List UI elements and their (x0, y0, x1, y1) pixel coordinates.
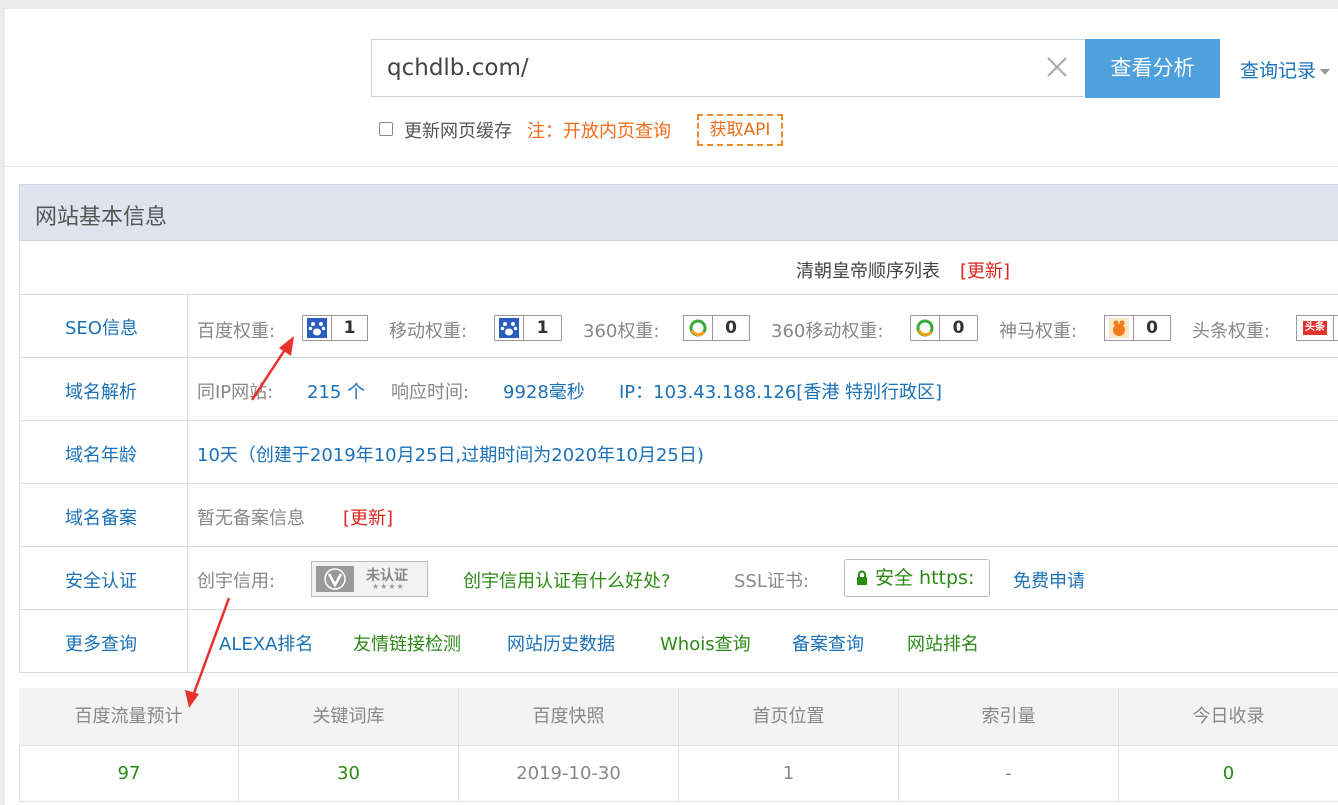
site-rank-link[interactable]: 网站排名 (907, 630, 979, 656)
update-cache-checkbox[interactable] (379, 122, 393, 136)
360-weight-badge[interactable]: 0 (683, 315, 750, 341)
stats-header-cell: 索引量 (899, 688, 1119, 745)
search-input-value: qchdlb.com/ (387, 55, 529, 81)
get-api-button[interactable]: 获取API (697, 114, 783, 146)
divider (5, 166, 1338, 167)
stats-header-cell: 百度流量预计 (19, 688, 239, 745)
stats-value-cell[interactable]: 0 (1119, 745, 1338, 802)
icp-query-link[interactable]: 备案查询 (792, 630, 864, 656)
basic-info-header (19, 184, 1338, 241)
domain-age-label: 域名年龄 (65, 445, 137, 466)
query-history-dropdown[interactable]: 查询记录 (1240, 56, 1331, 83)
chuangyu-badge[interactable]: 未认证 ★★★★ (311, 561, 428, 597)
shenma-icon (1105, 316, 1134, 340)
row-divider (19, 609, 1338, 610)
inner-page-notice[interactable]: 注：开放内页查询 (527, 117, 671, 143)
analyze-button[interactable]: 查看分析 (1085, 39, 1220, 98)
ssl-apply-link[interactable]: 免费申请 (1013, 567, 1085, 593)
360-icon (911, 316, 940, 340)
ssl-badge[interactable]: 安全 https: (844, 559, 990, 597)
baidu-paw-icon (303, 316, 332, 340)
toutiao-icon-text: 头条 (1303, 321, 1327, 335)
stats-value-cell: - (899, 745, 1119, 802)
ssl-badge-text: 安全 https: (875, 567, 975, 589)
stats-value-cell: 2019-10-30 (459, 745, 679, 802)
alexa-rank-link[interactable]: ALEXA排名 (219, 630, 313, 656)
column-divider (187, 294, 188, 673)
stats-header-cell: 今日收录 (1192, 706, 1265, 727)
stats-header-cell: 关键词库 (239, 688, 459, 745)
toutiao-icon: 头条 (1297, 316, 1334, 340)
basic-info-title: 网站基本信息 (35, 205, 168, 230)
360-icon (684, 316, 713, 340)
site-history-link[interactable]: 网站历史数据 (507, 630, 615, 656)
stats-header-cell: 首页位置 (679, 688, 899, 745)
seo-info-label: SEO信息 (65, 318, 138, 339)
baidu-weight-label: 百度权重: (197, 321, 276, 342)
verified-v-icon (316, 566, 354, 592)
stats-table: 百度流量预计 关键词库 百度快照 首页位置 索引量 今日收录 97 30 201… (19, 688, 1338, 802)
360-mobile-weight-label: 360移动权重: (771, 321, 884, 342)
toutiao-weight-label: 头条权重: (1192, 321, 1271, 342)
360-mobile-weight-value: 0 (952, 318, 965, 338)
baidu-paw-icon (495, 316, 524, 340)
stats-value-cell[interactable]: 97 (19, 745, 239, 802)
lock-icon (857, 570, 867, 585)
mobile-weight-badge[interactable]: 1 (494, 315, 562, 341)
chuangyu-benefit-link[interactable]: 创宇信用认证有什么好处? (463, 567, 671, 593)
mobile-weight-label: 移动权重: (389, 321, 468, 342)
friend-link-check-link[interactable]: 友情链接检测 (353, 630, 461, 656)
row-divider (19, 420, 1338, 421)
baidu-weight-badge[interactable]: 1 (302, 315, 368, 341)
stats-value-cell: 1 (679, 745, 899, 802)
mobile-weight-value: 1 (536, 318, 549, 338)
security-label: 安全认证 (65, 571, 137, 592)
shenma-weight-value: 0 (1146, 318, 1158, 338)
row-divider (19, 357, 1338, 358)
response-time-value: 9928毫秒 (503, 382, 585, 403)
360-weight-label: 360权重: (583, 321, 660, 342)
response-time-label: 响应时间: (391, 382, 470, 403)
toutiao-weight-badge[interactable]: 头条 (1296, 315, 1338, 341)
more-queries-label: 更多查询 (65, 634, 137, 655)
row-divider (19, 483, 1338, 484)
baidu-weight-value: 1 (343, 318, 356, 338)
stats-header-cell: 百度快照 (459, 688, 679, 745)
shenma-weight-label: 神马权重: (999, 321, 1078, 342)
shenma-weight-badge[interactable]: 0 (1104, 315, 1171, 341)
domain-age-value[interactable]: 10天（创建于2019年10月25日,过期时间为2020年10月25日) (197, 441, 704, 467)
chuangyu-label: 创宇信用: (197, 571, 276, 592)
whois-link[interactable]: Whois查询 (660, 630, 751, 656)
row-divider (19, 546, 1338, 547)
ssl-label: SSL证书: (734, 571, 809, 592)
ip-info[interactable]: IP：103.43.188.126[香港 特别行政区] (619, 378, 942, 404)
icp-update-link[interactable]: [更新] (343, 504, 393, 530)
icp-label: 域名备案 (65, 508, 137, 529)
site-title-update-link[interactable]: [更新] (960, 257, 1010, 283)
row-divider (19, 294, 1338, 295)
dns-label: 域名解析 (65, 382, 137, 403)
same-ip-label: 同IP网站: (197, 382, 274, 403)
icp-value: 暂无备案信息 (197, 508, 305, 529)
360-weight-value: 0 (725, 318, 737, 338)
update-cache-label: 更新网页缓存 (404, 121, 512, 142)
site-title: 清朝皇帝顺序列表 (796, 261, 940, 282)
360-mobile-weight-badge[interactable]: 0 (910, 315, 978, 341)
chuangyu-stars: ★★★★ (372, 582, 405, 591)
query-history-label: 查询记录 (1240, 60, 1317, 82)
clear-icon[interactable] (1046, 56, 1068, 78)
stats-value-cell[interactable]: 30 (239, 745, 459, 802)
chevron-down-icon (1320, 68, 1331, 75)
same-ip-value[interactable]: 215 个 (307, 378, 365, 404)
